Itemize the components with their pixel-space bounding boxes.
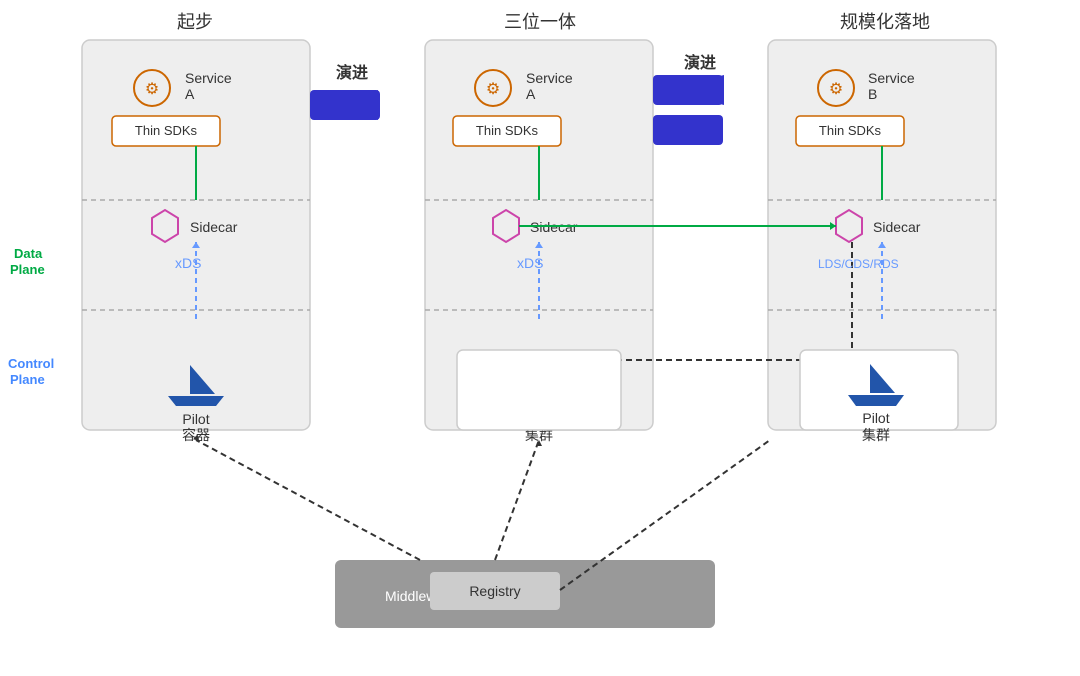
svg-text:A: A: [526, 86, 536, 102]
mw-to-pilot1: [196, 440, 420, 560]
mw-to-pilot3: [560, 440, 770, 590]
sdk-col1-box: [112, 116, 220, 146]
pilot-label-col2: Pilot: [525, 411, 552, 427]
svg-text:集群: 集群: [525, 427, 553, 443]
evolve-arrow-2-fwd: [664, 75, 724, 105]
registry-box: [430, 572, 560, 610]
pilot-label-col1: Pilot: [182, 411, 209, 427]
xds-arrow-head-col2: [535, 242, 543, 248]
sdk-col3-label: Thin SDKs: [819, 123, 882, 138]
svg-text:⚙: ⚙: [486, 81, 500, 98]
pilot-boat-body-col2: [511, 396, 567, 406]
pilot-boat-sail-col2: [533, 365, 558, 394]
col1-box: [82, 40, 310, 430]
registry-label: Registry: [469, 583, 520, 599]
svg-text:集群: 集群: [862, 427, 890, 443]
sdk-col2-label: Thin SDKs: [476, 123, 539, 138]
evolve-label-1: 演进: [336, 63, 368, 82]
service-a-col1-label: Service: [185, 70, 232, 86]
evolve-label-2: 演进: [684, 53, 716, 72]
evolve-arrow-2-back-body: [653, 115, 723, 145]
svg-text:A: A: [185, 86, 195, 102]
col-header-2: 三位一体: [504, 12, 576, 32]
pilot-label-col3: Pilot: [862, 410, 889, 426]
arrow-to-pilot2: [536, 440, 542, 446]
sdk-col3-box: [796, 116, 904, 146]
green-arrow-head: [830, 222, 836, 230]
pilot-boat-body-col1: [168, 396, 224, 406]
xds-arrow-head-col3: [878, 242, 886, 248]
col2-box: [425, 40, 653, 430]
control-plane-label: Control: [8, 356, 54, 371]
col3-box: [768, 40, 996, 430]
svg-text:B: B: [868, 86, 877, 102]
middleware-label: Middleware: [385, 588, 457, 604]
sidecar-label-col3: Sidecar: [873, 219, 921, 235]
pilot-boat-body-col3: [848, 395, 904, 406]
sidecar-hex-col2: [493, 210, 519, 242]
service-a-col2-label: Service: [526, 70, 573, 86]
middleware-outer-box: [335, 560, 715, 628]
service-a-col2-icon-circle: [475, 70, 511, 106]
svg-text:Plane: Plane: [10, 262, 45, 277]
svg-text:Plane: Plane: [10, 372, 45, 387]
xds-arrow-head-col1: [192, 242, 200, 248]
sidecar-hex-col1: [152, 210, 178, 242]
diagram-svg: 起步 三位一体 规模化落地 Data Plane Control Plane ⚙…: [0, 0, 1080, 676]
xds-label-col2: xDS: [517, 255, 543, 271]
evolve-arrow-1: [318, 90, 378, 120]
evolve-arrow-1-body: [310, 90, 380, 120]
service-a-col1-icon-circle: [134, 70, 170, 106]
svg-text:⚙: ⚙: [829, 81, 843, 98]
evolve-arrow-2-back: [653, 115, 713, 145]
sdk-col1-label: Thin SDKs: [135, 123, 198, 138]
xds-label-col1: xDS: [175, 255, 201, 271]
arrow-to-pilot1: [193, 433, 200, 440]
sidecar-label-col2: Sidecar: [530, 219, 578, 235]
col-header-3: 规模化落地: [840, 12, 930, 32]
pilot-col3-box: [800, 350, 958, 430]
svg-text:容器: 容器: [182, 427, 210, 443]
sdk-col2-box: [453, 116, 561, 146]
dashed-arrow-head1: [539, 356, 543, 364]
sidecar-label-col1: Sidecar: [190, 219, 238, 235]
svg-text:⚙: ⚙: [145, 81, 159, 98]
mw-to-pilot2: [495, 440, 539, 560]
service-b-col3-label: Service: [868, 70, 915, 86]
service-b-col3-icon-circle: [818, 70, 854, 106]
sidecar-hex-col3: [836, 210, 862, 242]
pilot-boat-sail-col1: [190, 365, 215, 394]
data-plane-label: Data: [14, 246, 43, 261]
col-header-1: 起步: [177, 12, 213, 32]
pilot-boat-sail-col3: [870, 364, 895, 393]
evolve-arrow-2-fwd-body: [653, 75, 723, 105]
pilot-col2-box: [457, 350, 621, 430]
lds-cds-rds-label: LDS/CDS/RDS: [818, 257, 899, 271]
diagram-container: 起步 三位一体 规模化落地 Data Plane Control Plane ⚙…: [0, 0, 1080, 676]
